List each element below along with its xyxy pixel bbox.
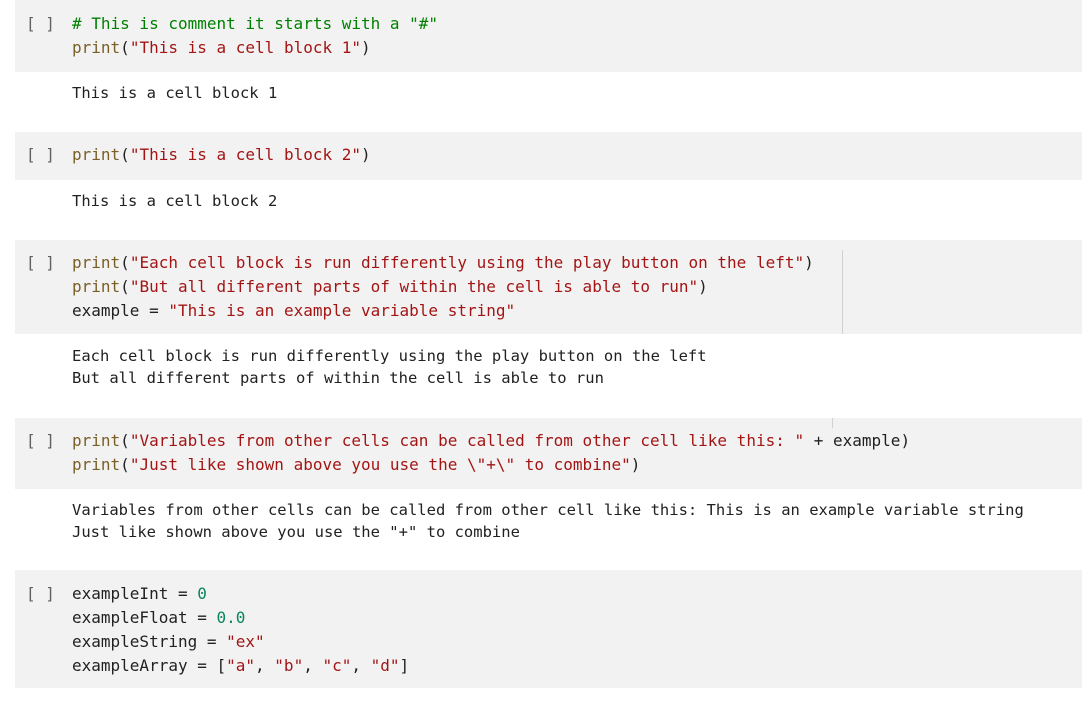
code-token: (: [120, 145, 130, 164]
code-token: "But all different parts of within the c…: [129, 277, 699, 296]
code-cell-3[interactable]: [ ] print("Each cell block is run differ…: [15, 240, 1082, 334]
code-token: 0.0: [216, 608, 246, 627]
code-editor[interactable]: print("This is a cell block 2"): [72, 143, 371, 167]
code-line: print("This is a cell block 1"): [72, 36, 438, 60]
code-token: "c": [322, 656, 352, 675]
code-token: print: [72, 253, 121, 272]
line-length-ruler: [842, 250, 843, 334]
code-token: exampleString: [72, 632, 198, 651]
code-token: ): [804, 253, 814, 272]
code-editor[interactable]: # This is comment it starts with a "#" pr…: [72, 12, 438, 60]
code-token: print: [72, 431, 121, 450]
code-line: print("Variables from other cells can be…: [72, 429, 910, 453]
code-line: print("Each cell block is run differentl…: [72, 251, 814, 275]
code-token: ,: [303, 656, 323, 675]
code-token: ): [361, 145, 371, 164]
code-token: print: [72, 38, 121, 57]
code-editor[interactable]: print("Each cell block is run differentl…: [72, 251, 814, 323]
code-token: = [: [187, 656, 227, 675]
cell-output: Each cell block is run differently using…: [72, 345, 707, 389]
code-line: example = "This is an example variable s…: [72, 299, 814, 323]
code-line: exampleFloat = 0.0: [72, 606, 409, 630]
output-line: Each cell block is run differently using…: [72, 347, 707, 365]
code-token: print: [72, 455, 121, 474]
code-token: "b": [274, 656, 304, 675]
code-token: ): [698, 277, 708, 296]
code-token: "ex": [226, 632, 265, 651]
code-token: "This is a cell block 2": [129, 145, 361, 164]
code-token: exampleInt: [72, 584, 169, 603]
code-token: # This is comment it starts with a "#": [72, 14, 439, 33]
output-line: But all different parts of within the ce…: [72, 369, 604, 387]
code-line: # This is comment it starts with a "#": [72, 12, 438, 36]
code-token: =: [139, 301, 169, 320]
cell-output: This is a cell block 2: [72, 190, 277, 212]
code-token: "Variables from other cells can be calle…: [129, 431, 805, 450]
code-token: exampleFloat: [72, 608, 188, 627]
code-token: (: [120, 253, 130, 272]
output-line: Just like shown above you use the "+" to…: [72, 523, 520, 541]
code-cell-4[interactable]: [ ] print("Variables from other cells ca…: [15, 418, 1082, 489]
code-line: print("Just like shown above you use the…: [72, 453, 910, 477]
code-token: "This is an example variable string": [168, 301, 516, 320]
code-token: print: [72, 277, 121, 296]
cell-output: This is a cell block 1: [72, 82, 277, 104]
code-token: (: [120, 431, 130, 450]
line-length-ruler: [832, 418, 833, 428]
code-line: print("But all different parts of within…: [72, 275, 814, 299]
code-token: exampleArray: [72, 656, 188, 675]
code-token: (: [120, 38, 130, 57]
output-line: Variables from other cells can be called…: [72, 501, 1024, 519]
output-line: This is a cell block 2: [72, 192, 278, 210]
code-token: print: [72, 145, 121, 164]
code-line: exampleArray = ["a", "b", "c", "d"]: [72, 654, 409, 678]
code-token: + example): [804, 431, 911, 450]
code-token: =: [197, 632, 227, 651]
code-token: ,: [351, 656, 371, 675]
code-token: ]: [399, 656, 410, 675]
code-token: "This is a cell block 1": [129, 38, 361, 57]
code-token: =: [168, 584, 198, 603]
code-line: exampleString = "ex": [72, 630, 409, 654]
code-token: (: [120, 455, 130, 474]
run-button[interactable]: [ ]: [26, 582, 55, 606]
run-button[interactable]: [ ]: [26, 429, 55, 453]
code-token: "d": [370, 656, 400, 675]
code-cell-1[interactable]: [ ] # This is comment it starts with a "…: [15, 0, 1082, 72]
cell-output: Variables from other cells can be called…: [72, 499, 1024, 543]
code-line: exampleInt = 0: [72, 582, 409, 606]
code-editor[interactable]: print("Variables from other cells can be…: [72, 429, 910, 477]
code-editor[interactable]: exampleInt = 0 exampleFloat = 0.0 exampleS…: [72, 582, 409, 678]
code-cell-5[interactable]: [ ] exampleInt = 0 exampleFloat = 0.0 exam…: [15, 570, 1082, 688]
code-token: "Just like shown above you use the \"+\"…: [129, 455, 631, 474]
code-token: ): [630, 455, 641, 474]
code-token: (: [120, 277, 130, 296]
code-token: "Each cell block is run differently usin…: [129, 253, 805, 272]
run-button[interactable]: [ ]: [26, 12, 55, 36]
run-button[interactable]: [ ]: [26, 143, 55, 167]
run-button[interactable]: [ ]: [26, 251, 55, 275]
code-token: ,: [255, 656, 275, 675]
output-line: This is a cell block 1: [72, 84, 278, 102]
code-token: =: [187, 608, 217, 627]
code-token: example: [72, 301, 140, 320]
code-token: ): [361, 38, 371, 57]
code-line: print("This is a cell block 2"): [72, 143, 371, 167]
code-cell-2[interactable]: [ ] print("This is a cell block 2"): [15, 132, 1082, 180]
code-token: "a": [226, 656, 256, 675]
code-token: 0: [197, 584, 207, 603]
